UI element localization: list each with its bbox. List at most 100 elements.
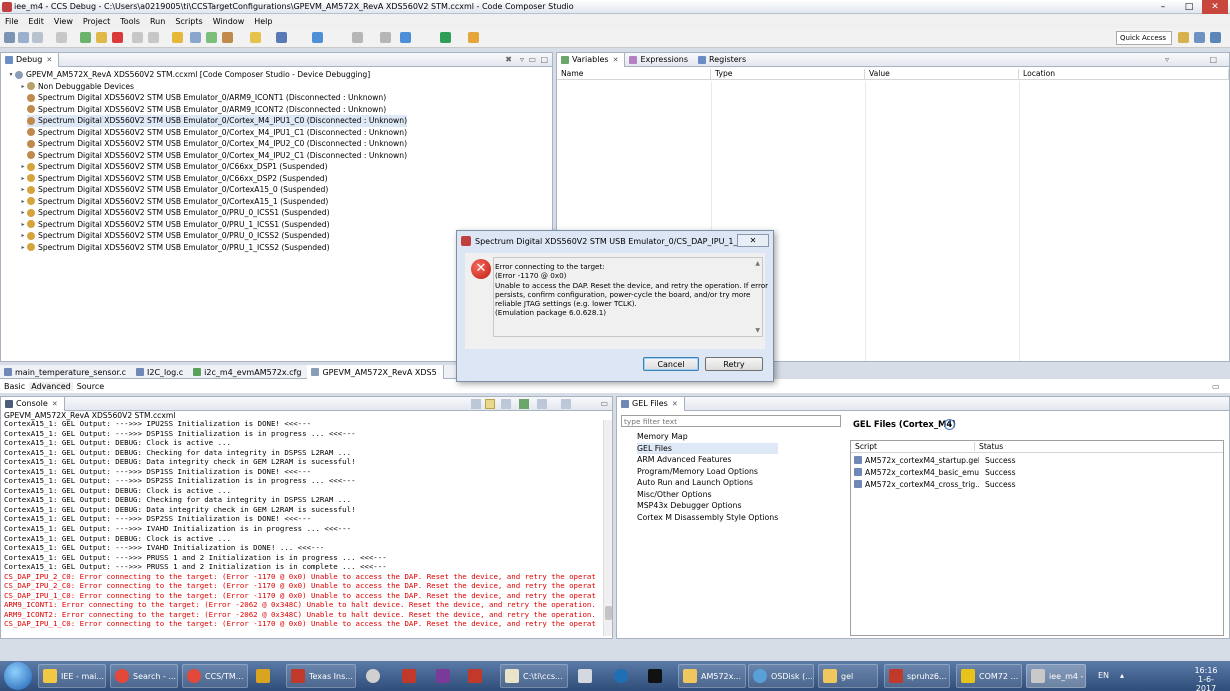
back-icon[interactable]	[352, 32, 363, 43]
taskbar-item[interactable]	[644, 664, 668, 688]
taskbar-item[interactable]: Search - ...	[110, 664, 178, 688]
perspective-icon[interactable]	[1178, 32, 1189, 43]
debug-tree-root[interactable]: ▾ GPEVM_AM572X_RevA XDS560V2 STM.ccxml […	[7, 69, 370, 81]
taskbar-item[interactable]: gel	[818, 664, 878, 688]
close-icon[interactable]: ✕	[52, 400, 58, 408]
tab-i2c-log[interactable]: I2C_log.c	[132, 365, 189, 379]
external-tools-icon[interactable]	[312, 32, 323, 43]
expand-icon[interactable]: ▸	[19, 186, 27, 193]
taskbar-item[interactable]	[362, 664, 386, 688]
tree-item[interactable]: ▸ Spectrum Digital XDS560V2 STM USB Emula…	[19, 184, 328, 196]
language-indicator[interactable]: EN	[1098, 671, 1109, 680]
menu-window[interactable]: Window	[208, 17, 250, 26]
help-icon[interactable]: ?	[944, 419, 955, 430]
column-value[interactable]: Value	[865, 69, 1019, 80]
taskbar-item[interactable]: COM72 ...	[956, 664, 1022, 688]
menu-view[interactable]: View	[49, 17, 78, 26]
maximize-view-icon[interactable]: □	[1209, 55, 1217, 64]
clear-console-icon[interactable]	[471, 398, 481, 409]
gel-category-item[interactable]: Misc/Other Options	[637, 489, 778, 501]
word-wrap-icon[interactable]	[501, 398, 511, 409]
scrollbar-thumb[interactable]	[605, 606, 612, 620]
view-menu-icon[interactable]: ▿	[520, 55, 524, 64]
gear-icon[interactable]	[440, 32, 451, 43]
tab-main-temperature-sensor[interactable]: main_temperature_sensor.c	[0, 365, 132, 379]
tab-i2c-cfg[interactable]: i2c_m4_evmAM572x.cfg	[189, 365, 307, 379]
expand-icon[interactable]: ▸	[19, 83, 27, 90]
suspend-icon[interactable]	[96, 32, 107, 43]
taskbar-item[interactable]: C:\ti\ccs...	[500, 664, 568, 688]
gel-filter-input[interactable]	[621, 415, 841, 427]
tab-expressions[interactable]: Expressions	[625, 53, 694, 67]
menu-edit[interactable]: Edit	[23, 17, 49, 26]
remove-terminated-icon[interactable]: ✖	[505, 55, 512, 64]
maximize-button[interactable]: □	[1176, 0, 1202, 14]
tree-item[interactable]: Spectrum Digital XDS560V2 STM USB Emulat…	[27, 92, 386, 104]
run-icon[interactable]	[276, 32, 287, 43]
tree-item-selected[interactable]: Spectrum Digital XDS560V2 STM USB Emulat…	[27, 115, 408, 127]
minimize-button[interactable]: –	[1150, 0, 1176, 14]
tree-item[interactable]: Spectrum Digital XDS560V2 STM USB Emulat…	[27, 104, 386, 116]
menu-help[interactable]: Help	[249, 17, 277, 26]
taskbar-item[interactable]	[574, 664, 598, 688]
ccs-edit-perspective-icon[interactable]	[1194, 32, 1205, 43]
minimize-view-icon[interactable]: ▭	[600, 399, 608, 408]
console-scrollbar[interactable]	[603, 420, 612, 636]
tree-item[interactable]: ▸ Non Debuggable Devices	[19, 81, 133, 93]
terminate-icon[interactable]	[112, 32, 123, 43]
taskbar-item[interactable]	[252, 664, 276, 688]
tree-item[interactable]: ▸ Spectrum Digital XDS560V2 STM USB Emula…	[19, 196, 328, 208]
maximize-view-icon[interactable]: □	[540, 55, 548, 64]
gel-category-item-selected[interactable]: GEL Files	[637, 442, 779, 454]
resume-icon[interactable]	[80, 32, 91, 43]
scroll-lock-icon[interactable]	[485, 398, 495, 409]
tree-item[interactable]: ▸ Spectrum Digital XDS560V2 STM USB Emula…	[19, 173, 327, 185]
minimize-view-icon[interactable]: ▭	[1212, 382, 1220, 391]
taskbar-item[interactable]	[432, 664, 456, 688]
gel-category-item[interactable]: ARM Advanced Features	[637, 454, 778, 466]
debug-icon[interactable]	[222, 32, 233, 43]
taskbar-item[interactable]	[398, 664, 422, 688]
menu-scripts[interactable]: Scripts	[170, 17, 207, 26]
table-row[interactable]: AM572x_cortexM4_cross_trig... Success	[851, 478, 1223, 490]
taskbar-item[interactable]: AM572x...	[678, 664, 746, 688]
gel-category-item[interactable]: Memory Map	[637, 431, 778, 443]
tree-item[interactable]: ▸ Spectrum Digital XDS560V2 STM USB Emula…	[19, 219, 329, 231]
tray-arrow-icon[interactable]: ▴	[1120, 671, 1124, 680]
view-menu-icon[interactable]: ▿	[1165, 55, 1169, 64]
tree-item[interactable]: ▸ Spectrum Digital XDS560V2 STM USB Emula…	[19, 242, 329, 254]
subtab-advanced[interactable]: Advanced	[29, 381, 73, 391]
save-icon[interactable]	[18, 32, 29, 43]
gel-category-item[interactable]: MSP43x Debugger Options	[637, 500, 778, 512]
step-over-icon[interactable]	[148, 32, 159, 43]
table-row[interactable]: AM572x_cortexM4_startup.gel Success	[851, 454, 1223, 466]
tree-item[interactable]: Spectrum Digital XDS560V2 STM USB Emulat…	[27, 127, 407, 139]
scroll-down-icon[interactable]: ▼	[755, 327, 760, 334]
load-program-icon[interactable]	[206, 32, 217, 43]
taskbar-item-active[interactable]: iee_m4 - ...	[1026, 664, 1086, 688]
expand-icon[interactable]: ▸	[19, 198, 27, 205]
forward-icon[interactable]	[380, 32, 391, 43]
expand-icon[interactable]: ▸	[19, 163, 27, 170]
tree-item[interactable]: ▸ Spectrum Digital XDS560V2 STM USB Emula…	[19, 230, 329, 242]
open-console-icon[interactable]	[561, 398, 571, 409]
gel-category-item[interactable]: Program/Memory Load Options	[637, 466, 778, 478]
quick-access-field[interactable]: Quick Access	[1116, 31, 1172, 45]
start-button[interactable]	[4, 662, 32, 690]
taskbar-item[interactable]: OSDisk (...	[748, 664, 814, 688]
gel-category-item[interactable]: Auto Run and Launch Options	[637, 477, 778, 489]
pin-console-icon[interactable]	[519, 398, 529, 409]
column-location[interactable]: Location	[1019, 69, 1229, 80]
menu-tools[interactable]: Tools	[115, 17, 145, 26]
tree-item[interactable]: ▸ Spectrum Digital XDS560V2 STM USB Emula…	[19, 207, 329, 219]
build-icon[interactable]	[250, 32, 261, 43]
search-icon[interactable]	[400, 32, 411, 43]
expand-icon[interactable]: ▸	[19, 175, 27, 182]
taskbar-item[interactable]	[464, 664, 488, 688]
clock[interactable]: 16:16 1-6-2017	[1188, 666, 1224, 691]
scroll-up-icon[interactable]: ▲	[755, 260, 760, 267]
close-icon[interactable]: ✕	[672, 400, 678, 408]
taskbar-item[interactable]: CCS/TM...	[182, 664, 248, 688]
step-icon[interactable]	[56, 32, 67, 43]
column-name[interactable]: Name	[557, 69, 711, 80]
